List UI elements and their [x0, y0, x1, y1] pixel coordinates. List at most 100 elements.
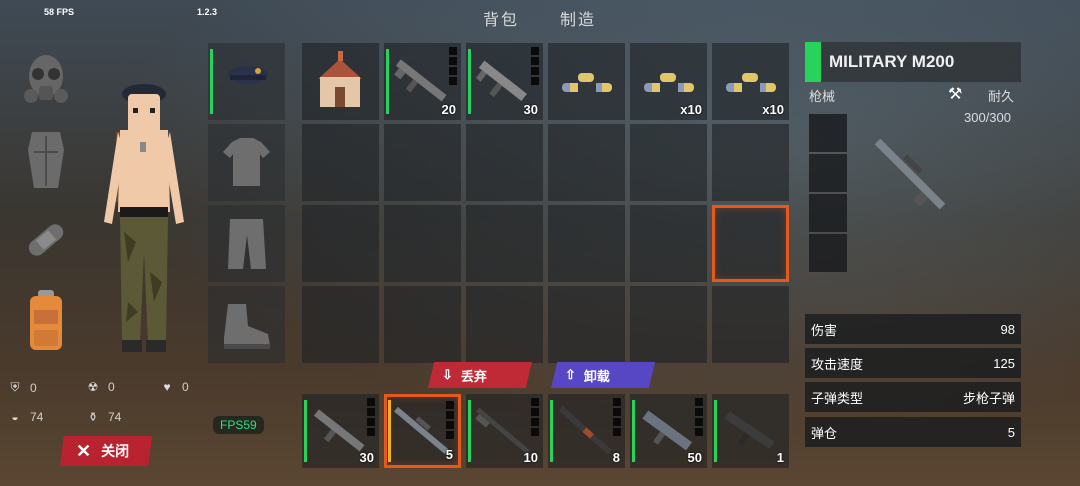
inventory-slot[interactable]	[548, 124, 625, 201]
stat-value: 步枪子弹	[962, 390, 1015, 406]
rarity-indicator	[805, 42, 821, 82]
inventory-slot[interactable]	[712, 124, 789, 201]
pants-icon	[228, 219, 266, 269]
stat-label: 伤害	[811, 322, 838, 338]
inventory-slot[interactable]	[384, 124, 461, 201]
inventory-slot[interactable]: x10	[630, 43, 707, 120]
hotbar-slot[interactable]: 30	[302, 394, 379, 468]
inventory-slot[interactable]	[384, 205, 461, 282]
item-count: 8	[612, 450, 620, 465]
inventory-slot[interactable]	[466, 286, 543, 363]
stat-label: 弹仓	[811, 425, 838, 441]
attachment-slot[interactable]	[809, 194, 847, 232]
health-value: 0	[182, 380, 189, 394]
heart-icon: ♥	[163, 380, 171, 394]
version-label: 1.2.3	[197, 7, 218, 17]
sniper-rifle-icon	[874, 138, 946, 210]
shield-icon: ⛨	[10, 380, 20, 394]
drop-button[interactable]: ⇩ 丢弃	[428, 362, 532, 388]
ammo-icon	[562, 73, 612, 92]
radiation-value: 0	[108, 380, 115, 394]
clothing-slot-legs[interactable]	[208, 205, 285, 282]
inventory-slot[interactable]	[630, 124, 707, 201]
gas-mask-slot[interactable]	[18, 50, 74, 110]
attachment-slot[interactable]	[809, 234, 847, 272]
tab-crafting[interactable]: 制造	[560, 6, 596, 30]
hotbar-slot-selected[interactable]: 5	[384, 394, 461, 468]
unload-button[interactable]: ⇧ 卸载	[551, 362, 655, 388]
fps-badge: FPS59	[213, 416, 264, 434]
item-count: 20	[441, 102, 456, 117]
close-button[interactable]: ✕ 关闭	[60, 436, 152, 466]
water-value: 74	[108, 410, 122, 424]
beret-icon	[228, 66, 268, 84]
body-armor-slot[interactable]	[18, 130, 74, 190]
inventory-slot[interactable]: 20	[384, 43, 461, 120]
inventory-slot[interactable]	[548, 286, 625, 363]
inventory-slot[interactable]	[384, 286, 461, 363]
inventory-slot[interactable]	[712, 286, 789, 363]
stat-label: 攻击速度	[811, 356, 864, 372]
water-icon: ⚱	[87, 410, 99, 424]
inventory-slot[interactable]	[302, 124, 379, 201]
item-category: 枪械	[809, 89, 836, 104]
armor-value: 0	[30, 380, 37, 395]
close-label: 关闭	[101, 443, 130, 459]
drop-icon: ⇩	[442, 367, 453, 382]
inventory-slot-selected[interactable]	[712, 205, 789, 282]
radiation-stat: ☢ 0	[86, 380, 115, 394]
inventory-slot[interactable]	[466, 124, 543, 201]
item-name: MILITARY M200	[829, 52, 955, 71]
hotbar-slot[interactable]: 10	[466, 394, 543, 468]
attachment-slot[interactable]	[809, 114, 847, 152]
inventory-slot[interactable]	[302, 43, 379, 120]
stat-label: 子弹类型	[811, 390, 864, 406]
water-stat: ⚱ 74	[86, 410, 121, 424]
inventory-slot[interactable]	[630, 286, 707, 363]
gas-mask-icon	[24, 55, 68, 103]
item-count: x10	[680, 102, 702, 117]
attachment-slot[interactable]	[809, 154, 847, 192]
house-icon	[318, 51, 362, 107]
inventory-slot[interactable]	[466, 205, 543, 282]
bandage-icon	[28, 224, 64, 256]
stat-value: 5	[1007, 424, 1015, 440]
hotbar-slot[interactable]: 50	[630, 394, 707, 468]
backpack-slot[interactable]	[18, 290, 74, 350]
radiation-icon: ☢	[87, 380, 99, 394]
torso-icon	[28, 132, 64, 188]
inventory-slot[interactable]: 30	[466, 43, 543, 120]
item-count: 30	[523, 102, 538, 117]
hotbar-slot[interactable]: 8	[548, 394, 625, 468]
food-icon: ◒	[11, 410, 19, 424]
boots-icon	[224, 304, 270, 349]
hotbar-slot[interactable]: 1	[712, 394, 789, 468]
unload-icon: ⇧	[565, 367, 576, 382]
item-title-bar: MILITARY M200	[805, 42, 1021, 82]
drop-label: 丢弃	[460, 368, 487, 384]
stat-value: 125	[993, 355, 1015, 371]
inventory-slot[interactable]: x10	[712, 43, 789, 120]
clothing-slot-feet[interactable]	[208, 286, 285, 363]
item-count: 5	[445, 447, 453, 462]
stat-row-ammo-type: 子弹类型 步枪子弹	[805, 382, 1021, 412]
inventory-slot[interactable]	[548, 43, 625, 120]
stat-row-attack-speed: 攻击速度 125	[805, 348, 1021, 378]
item-count: 30	[359, 450, 374, 465]
hammer-icon: ⚒	[948, 86, 963, 103]
health-stat: ♥ 0	[160, 380, 189, 394]
clothing-slot-top[interactable]	[208, 124, 285, 201]
tab-backpack[interactable]: 背包	[483, 6, 519, 30]
food-stat: ◒ 74	[8, 410, 43, 424]
stat-row-damage: 伤害 98	[805, 314, 1021, 344]
inventory-slot[interactable]	[630, 205, 707, 282]
stat-row-magazine: 弹仓 5	[805, 417, 1021, 447]
player-character	[88, 72, 200, 362]
medical-slot[interactable]	[18, 210, 74, 270]
fps-counter: 58 FPS	[44, 7, 75, 17]
inventory-slot[interactable]	[302, 205, 379, 282]
inventory-slot[interactable]	[302, 286, 379, 363]
item-count: 10	[523, 450, 538, 465]
inventory-slot[interactable]	[548, 205, 625, 282]
clothing-slot-head[interactable]	[208, 43, 285, 120]
